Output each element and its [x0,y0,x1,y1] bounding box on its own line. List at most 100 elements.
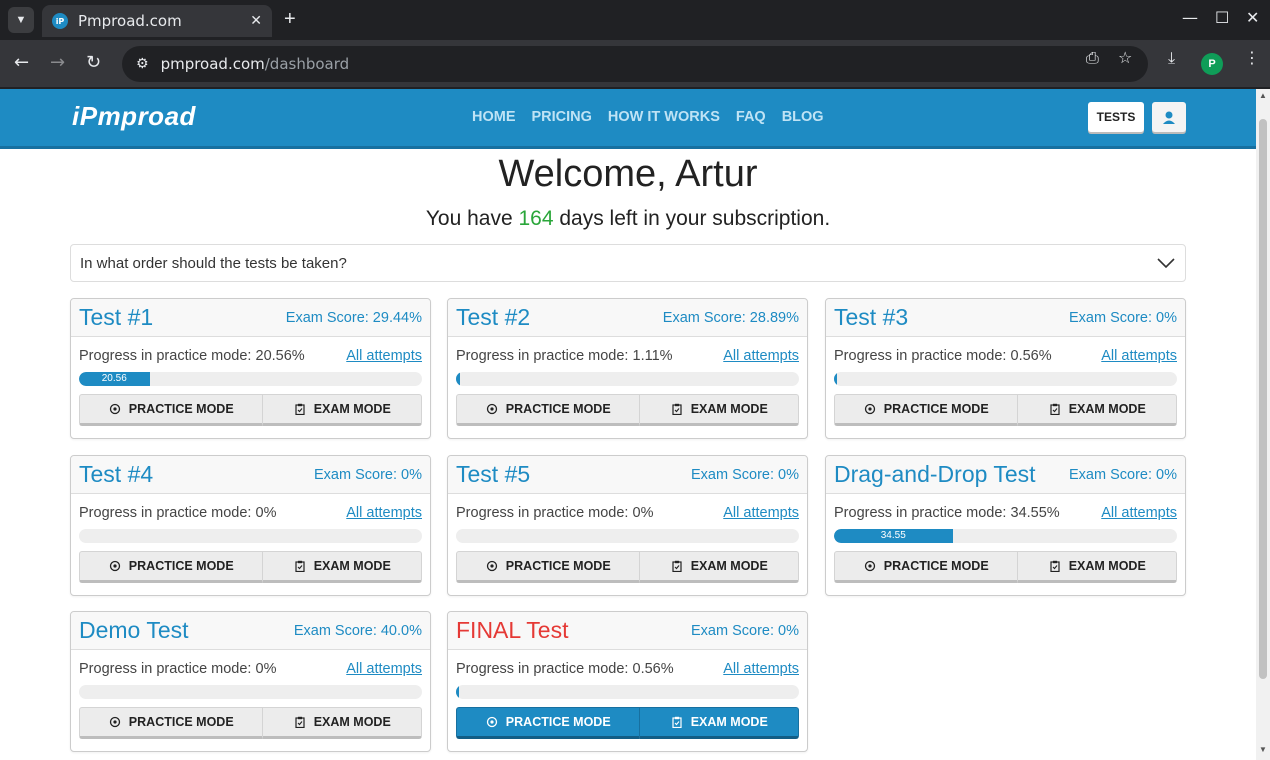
forward-arrow-icon[interactable]: → [50,52,65,73]
maximize-icon[interactable]: ☐ [1215,8,1229,27]
practice-progress-text: Progress in practice mode: 1.11% [456,348,673,364]
progress-bar: 34.55 [834,529,1177,543]
practice-mode-button[interactable]: PRACTICE MODE [834,394,1019,426]
practice-progress-label: Progress in practice mode: [456,505,633,521]
scroll-down-arrow-icon[interactable]: ▼ [1259,745,1267,754]
test-card: Test #5 Exam Score: 0% Progress in pract… [447,455,808,596]
test-card: Drag-and-Drop Test Exam Score: 0% Progre… [825,455,1186,596]
test-title[interactable]: Test #1 [79,304,153,331]
practice-mode-button[interactable]: PRACTICE MODE [79,707,264,739]
exam-mode-button[interactable]: EXAM MODE [263,551,422,583]
test-title[interactable]: Demo Test [79,617,189,644]
new-tab-plus-icon[interactable]: + [284,8,296,31]
practice-progress-value: 0% [255,505,277,521]
clipboard-icon [295,716,305,728]
site-logo[interactable]: iPmproad [72,101,196,132]
progress-bar [456,372,799,386]
practice-mode-button[interactable]: PRACTICE MODE [456,394,641,426]
practice-mode-button[interactable]: PRACTICE MODE [456,707,641,739]
progress-bar [79,685,422,699]
practice-mode-button[interactable]: PRACTICE MODE [834,551,1019,583]
test-title[interactable]: Drag-and-Drop Test [834,461,1036,488]
site-info-icon[interactable]: ⚙ [136,56,149,72]
exam-mode-label: EXAM MODE [690,402,768,416]
clipboard-icon [672,560,682,572]
progress-bar-fill: 34.55 [834,529,953,543]
exam-mode-button[interactable]: EXAM MODE [640,394,799,426]
practice-mode-button[interactable]: PRACTICE MODE [79,551,264,583]
profile-avatar[interactable]: P [1201,53,1223,75]
test-order-accordion[interactable]: In what order should the tests be taken? [70,244,1186,282]
practice-progress-text: Progress in practice mode: 20.56% [79,348,305,364]
nav-blog[interactable]: BLOG [782,109,824,125]
practice-progress-label: Progress in practice mode: [834,348,1011,364]
favicon-icon: iP [52,13,68,29]
user-account-button[interactable] [1152,102,1186,132]
exam-mode-button[interactable]: EXAM MODE [1018,394,1177,426]
all-attempts-link[interactable]: All attempts [346,661,422,677]
exam-mode-button[interactable]: EXAM MODE [1018,551,1177,583]
nav-how-it-works[interactable]: HOW IT WORKS [608,109,720,125]
nav-pricing[interactable]: PRICING [532,109,592,125]
target-icon [486,403,497,415]
practice-mode-button[interactable]: PRACTICE MODE [79,394,264,426]
practice-mode-button[interactable]: PRACTICE MODE [456,551,641,583]
practice-progress-row: Progress in practice mode: 0% All attemp… [71,494,430,521]
tab-search-chevron-icon[interactable]: ▼ [8,7,34,33]
practice-progress-value: 20.56% [255,348,305,364]
page-scrollbar[interactable]: ▲ ▼ [1256,89,1270,760]
all-attempts-link[interactable]: All attempts [1101,505,1177,521]
all-attempts-link[interactable]: All attempts [723,661,799,677]
close-window-icon[interactable]: ✕ [1246,8,1259,27]
all-attempts-link[interactable]: All attempts [1101,348,1177,364]
close-tab-icon[interactable]: ✕ [250,13,262,29]
exam-mode-button[interactable]: EXAM MODE [263,394,422,426]
browser-menu-icon[interactable]: ⋮ [1244,48,1260,67]
minimize-icon[interactable]: — [1182,8,1198,27]
browser-toolbar: ← → ↻ ⚙ pmproad.com/dashboard ⎙ ☆ ⤓ P ⋮ [0,40,1270,88]
clipboard-icon [1050,560,1060,572]
target-icon [109,560,120,572]
exam-score: Exam Score: 28.89% [662,309,799,326]
all-attempts-link[interactable]: All attempts [346,505,422,521]
mode-buttons: PRACTICE MODE EXAM MODE [834,394,1177,426]
all-attempts-link[interactable]: All attempts [723,505,799,521]
download-icon[interactable]: ⤓ [1168,48,1175,68]
mode-buttons: PRACTICE MODE EXAM MODE [456,394,799,426]
test-title[interactable]: Test #3 [834,304,908,331]
progress-bar: 20.56 [79,372,422,386]
nav-faq[interactable]: FAQ [736,109,766,125]
all-attempts-link[interactable]: All attempts [346,348,422,364]
exam-score: Exam Score: 0% [314,466,422,483]
test-title[interactable]: FINAL Test [456,617,568,644]
nav-home[interactable]: HOME [472,109,516,125]
target-icon [486,560,497,572]
browser-tab[interactable]: iP Pmproad.com ✕ [42,5,272,37]
bookmark-star-icon[interactable]: ☆ [1118,48,1132,67]
practice-progress-text: Progress in practice mode: 0.56% [834,348,1052,364]
practice-progress-value: 0% [255,661,277,677]
practice-progress-label: Progress in practice mode: [79,348,256,364]
test-title[interactable]: Test #5 [456,461,530,488]
scroll-up-arrow-icon[interactable]: ▲ [1259,91,1267,100]
target-icon [864,403,875,415]
install-app-icon[interactable]: ⎙ [1086,48,1099,68]
tab-title: Pmproad.com [78,12,182,30]
exam-mode-label: EXAM MODE [313,559,391,573]
reload-icon[interactable]: ↻ [86,52,101,73]
address-bar[interactable]: ⚙ pmproad.com/dashboard [122,46,1148,82]
back-arrow-icon[interactable]: ← [14,52,29,73]
tests-button[interactable]: TESTS [1088,102,1144,132]
practice-mode-label: PRACTICE MODE [505,715,611,729]
scroll-thumb[interactable] [1259,119,1267,679]
exam-mode-button[interactable]: EXAM MODE [640,707,799,739]
test-title[interactable]: Test #2 [456,304,530,331]
exam-mode-button[interactable]: EXAM MODE [640,551,799,583]
exam-mode-button[interactable]: EXAM MODE [263,707,422,739]
test-card-header: Drag-and-Drop Test Exam Score: 0% [826,456,1185,494]
progress-bar [456,529,799,543]
progress-bar [834,372,1177,386]
test-title[interactable]: Test #4 [79,461,153,488]
all-attempts-link[interactable]: All attempts [723,348,799,364]
test-card: Test #3 Exam Score: 0% Progress in pract… [825,298,1186,439]
